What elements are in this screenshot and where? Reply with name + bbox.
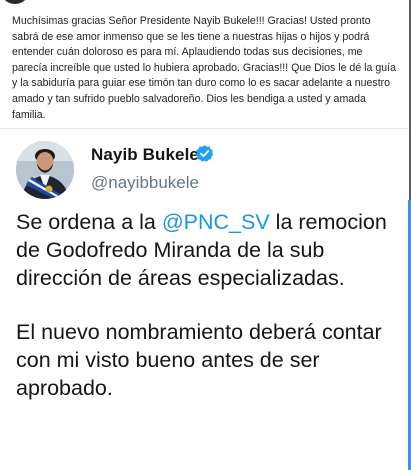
tweet-paragraph-2: El nuevo nombramiento deberá contar con … [16, 320, 382, 400]
tweet-paragraph-1: Se ordena a la @PNC_SV la remocion de Go… [16, 209, 404, 292]
author-handle[interactable]: @nayibbukele [91, 173, 199, 193]
verified-badge-icon [195, 145, 214, 162]
embedded-tweet-card[interactable]: Nayib Bukele @nayibbukele Se ordena a la… [0, 128, 411, 471]
author-name[interactable]: Nayib Bukele [91, 145, 199, 165]
tweet-text-part: Se ordena a la [16, 210, 162, 234]
commenter-avatar[interactable] [0, 0, 30, 4]
tweet-body: Se ordena a la @PNC_SV la remocion de Go… [16, 209, 404, 430]
mention-link[interactable]: @PNC_SV [162, 210, 270, 234]
author-portrait-icon [16, 141, 74, 199]
author-avatar[interactable] [16, 141, 74, 199]
post-comment-text: Muchísimas gracias Señor Presidente Nayi… [12, 15, 396, 121]
